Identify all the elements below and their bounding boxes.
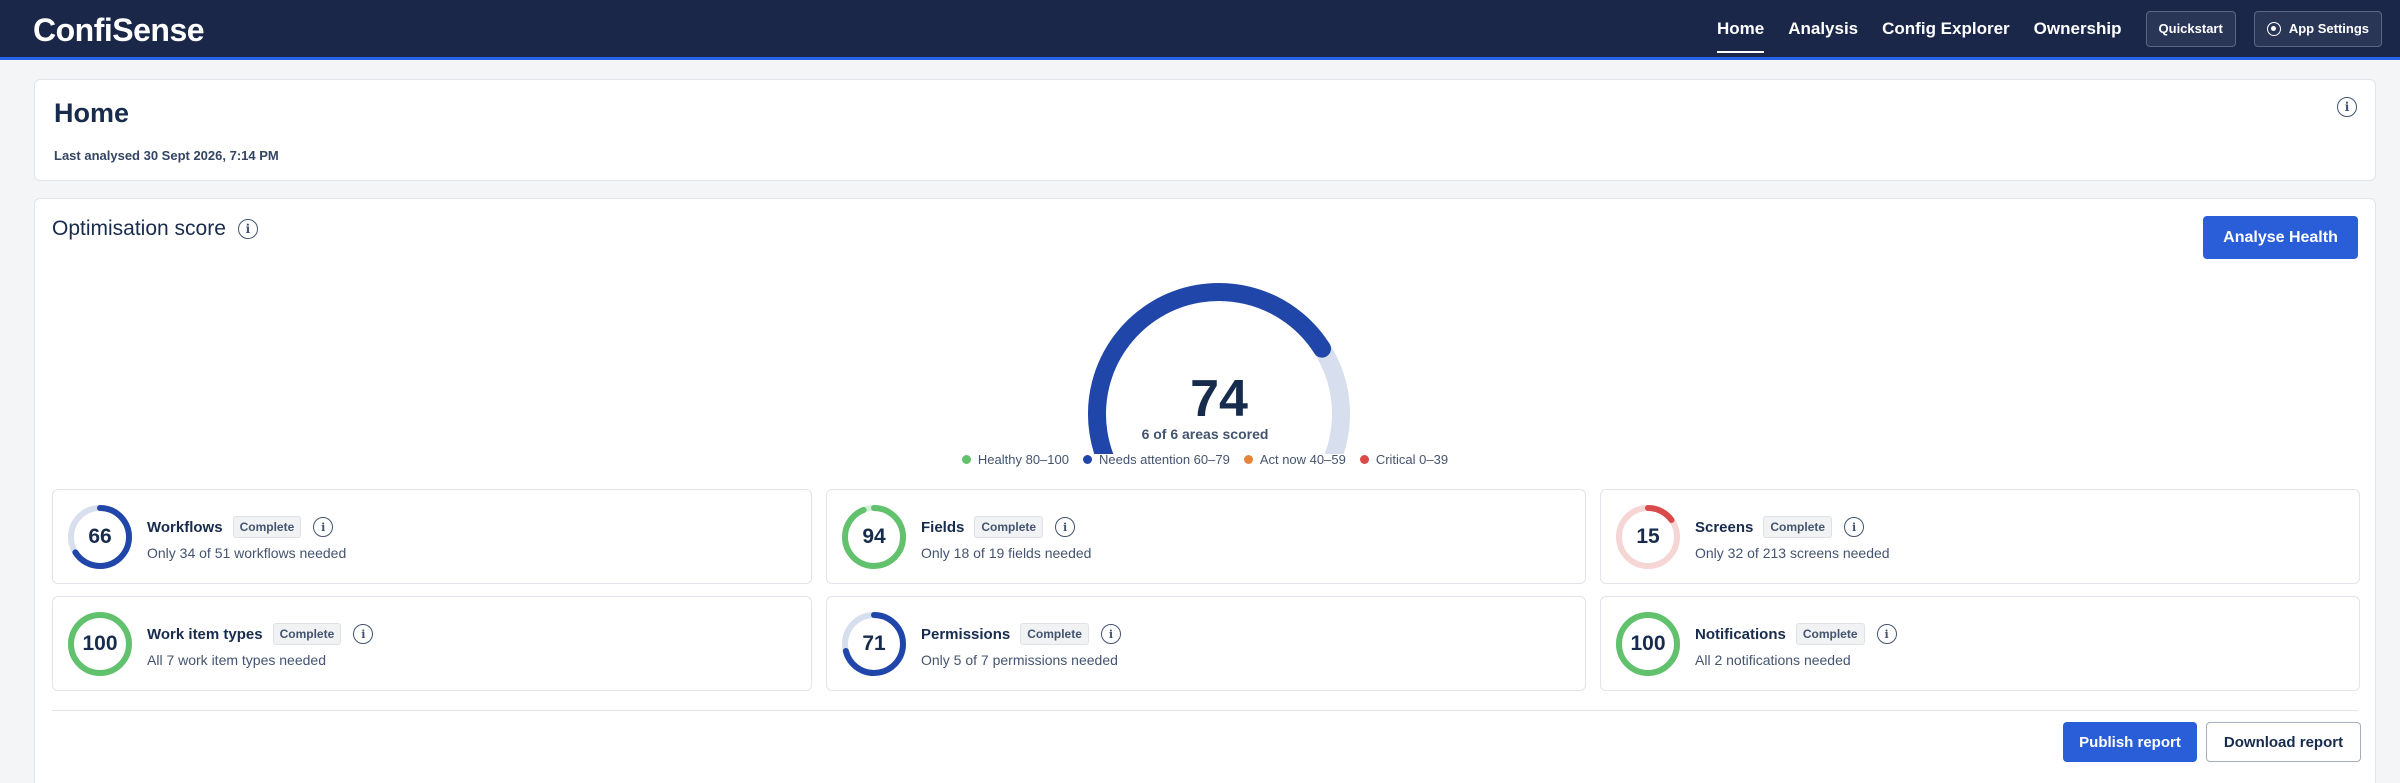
download-report-button[interactable]: Download report bbox=[2206, 722, 2361, 762]
legend-dot bbox=[1082, 455, 1092, 464]
status-badge: Complete bbox=[1795, 623, 1865, 645]
quickstart-button[interactable]: Quickstart bbox=[2145, 10, 2236, 47]
metric-score: 71 bbox=[862, 632, 886, 655]
legend-item-healthy: Healthy 80–100 bbox=[961, 452, 1069, 467]
metric-heading: Permissions Complete i bbox=[921, 623, 1121, 645]
main-nav: Home Analysis Config Explorer Ownership … bbox=[1716, 0, 2400, 57]
status-badge: Complete bbox=[1020, 623, 1089, 645]
status-badge: Complete bbox=[272, 623, 342, 645]
legend-label: Needs attention 60–79 bbox=[1098, 452, 1230, 467]
legend-dot bbox=[1359, 455, 1369, 464]
metric-description: Only 5 of 7 permissions needed bbox=[921, 652, 1118, 668]
metric-title: Workflows bbox=[147, 518, 223, 536]
metric-description: Only 32 of 213 screens needed bbox=[1695, 545, 1890, 561]
metric-title: Notifications bbox=[1695, 625, 1786, 643]
info-icon[interactable]: i bbox=[1876, 624, 1897, 644]
info-icon[interactable]: i bbox=[2337, 97, 2357, 117]
nav-ownership[interactable]: Ownership bbox=[2034, 0, 2122, 57]
metric-card-work-item-types[interactable]: 100 Work item types Complete i All 7 wor… bbox=[52, 596, 812, 691]
metric-score: 66 bbox=[88, 525, 112, 548]
metric-score: 94 bbox=[862, 525, 886, 548]
metric-title: Fields bbox=[921, 518, 965, 536]
metric-score: 15 bbox=[1636, 525, 1660, 548]
metric-card-workflows[interactable]: 66 Workflows Complete i Only 34 of 51 wo… bbox=[52, 489, 812, 584]
optimisation-score-heading: Optimisation score i bbox=[52, 217, 258, 241]
app-logo[interactable]: ConfiSense bbox=[33, 12, 205, 49]
metric-heading: Work item types Complete i bbox=[147, 623, 374, 645]
gear-icon bbox=[2266, 21, 2281, 36]
metric-card-permissions[interactable]: 71 Permissions Complete i Only 5 of 7 pe… bbox=[826, 596, 1586, 691]
app-settings-button[interactable]: App Settings bbox=[2253, 10, 2382, 47]
legend-item-critical: Critical 0–39 bbox=[1359, 452, 1449, 467]
app-settings-label: App Settings bbox=[2288, 21, 2369, 36]
metric-card-screens[interactable]: 15 Screens Complete i Only 32 of 213 scr… bbox=[1600, 489, 2360, 584]
quickstart-label: Quickstart bbox=[2158, 21, 2223, 36]
publish-report-button[interactable]: Publish report bbox=[2063, 722, 2197, 762]
legend-item-needs-attention: Needs attention 60–79 bbox=[1082, 452, 1230, 467]
metric-description: All 7 work item types needed bbox=[147, 652, 326, 668]
info-icon[interactable]: i bbox=[313, 517, 334, 537]
areas-scored-text: 6 of 6 areas scored bbox=[1141, 426, 1269, 442]
info-icon[interactable]: i bbox=[1055, 517, 1076, 537]
info-icon[interactable]: i bbox=[237, 219, 258, 239]
last-analysed-text: Last analysed 30 Sept 2026, 7:14 PM bbox=[54, 148, 279, 163]
metric-heading: Workflows Complete i bbox=[147, 516, 334, 538]
top-navigation-bar: ConfiSense Home Analysis Config Explorer… bbox=[0, 0, 2400, 60]
metric-title: Work item types bbox=[147, 625, 263, 643]
overall-score-value: 74 bbox=[1190, 370, 1248, 428]
page-title: Home bbox=[54, 98, 130, 128]
metric-description: All 2 notifications needed bbox=[1695, 652, 1851, 668]
score-legend: Healthy 80–100 Needs attention 60–79 Act… bbox=[35, 452, 2375, 467]
status-badge: Complete bbox=[232, 516, 302, 538]
home-header-card: Home Last analysed 30 Sept 2026, 7:14 PM… bbox=[34, 79, 2376, 181]
metric-title: Permissions bbox=[921, 625, 1011, 643]
info-icon[interactable]: i bbox=[353, 624, 374, 644]
metric-card-fields[interactable]: 94 Fields Complete i Only 18 of 19 field… bbox=[826, 489, 1586, 584]
metric-card-notifications[interactable]: 100 Notifications Complete i All 2 notif… bbox=[1600, 596, 2360, 691]
optimisation-score-title: Optimisation score bbox=[52, 217, 226, 240]
legend-label: Healthy 80–100 bbox=[977, 452, 1069, 467]
optimisation-score-card: Optimisation score i Analyse Health 74 6… bbox=[34, 198, 2376, 783]
metric-heading: Fields Complete i bbox=[921, 516, 1076, 538]
info-icon[interactable]: i bbox=[1100, 624, 1121, 644]
legend-dot bbox=[961, 455, 971, 464]
legend-item-act-now: Act now 40–59 bbox=[1243, 452, 1346, 467]
info-icon[interactable]: i bbox=[1844, 517, 1865, 537]
legend-label: Critical 0–39 bbox=[1375, 452, 1449, 467]
legend-dot bbox=[1243, 455, 1253, 464]
legend-label: Act now 40–59 bbox=[1259, 452, 1346, 467]
metric-score: 100 bbox=[82, 632, 118, 655]
nav-config-explorer[interactable]: Config Explorer bbox=[1882, 0, 2010, 57]
metric-score: 100 bbox=[1630, 632, 1666, 655]
nav-analysis[interactable]: Analysis bbox=[1788, 0, 1858, 57]
status-badge: Complete bbox=[1763, 516, 1833, 538]
metric-title: Screens bbox=[1695, 518, 1754, 536]
divider bbox=[52, 710, 2358, 711]
nav-home[interactable]: Home bbox=[1716, 0, 1765, 57]
metric-description: Only 18 of 19 fields needed bbox=[921, 545, 1092, 561]
metric-heading: Screens Complete i bbox=[1695, 516, 1865, 538]
metric-description: Only 34 of 51 workflows needed bbox=[147, 545, 347, 561]
status-badge: Complete bbox=[974, 516, 1044, 538]
analyse-health-button[interactable]: Analyse Health bbox=[2203, 216, 2358, 259]
metric-heading: Notifications Complete i bbox=[1695, 623, 1897, 645]
